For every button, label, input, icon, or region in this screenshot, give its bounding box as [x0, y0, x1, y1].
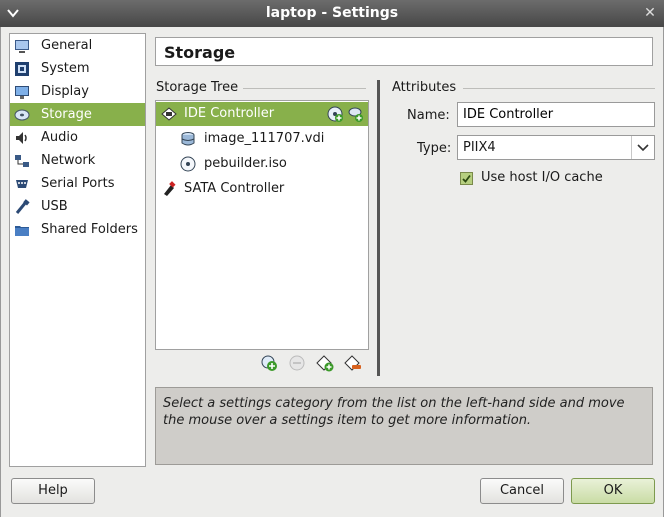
- category-serial-ports[interactable]: Serial Ports: [10, 172, 145, 195]
- tree-item-label: SATA Controller: [184, 181, 285, 196]
- category-usb[interactable]: USB: [10, 195, 145, 218]
- ide-controller-icon: [161, 107, 177, 121]
- sata-controller-icon: [164, 181, 176, 196]
- window-title: laptop - Settings: [265, 5, 399, 21]
- title-bar: laptop - Settings ✕: [0, 0, 664, 27]
- use-host-io-cache-checkbox[interactable]: [460, 172, 473, 185]
- add-controller-icon[interactable]: [316, 354, 334, 372]
- storage-disk-icon: [14, 109, 30, 121]
- category-list[interactable]: General System Display Storage Audio Net…: [9, 33, 146, 467]
- category-display[interactable]: Display: [10, 80, 145, 103]
- tree-item-sata-controller[interactable]: SATA Controller: [156, 177, 368, 201]
- add-cd-attachment-icon[interactable]: [327, 106, 343, 122]
- divider: [463, 88, 655, 89]
- add-attachment-icon[interactable]: [260, 354, 278, 372]
- category-label: Storage: [41, 107, 92, 122]
- hard-disk-icon: [181, 132, 195, 146]
- vertical-splitter[interactable]: [377, 80, 380, 376]
- tree-item-label: image_111707.vdi: [204, 131, 325, 146]
- category-storage[interactable]: Storage: [10, 103, 145, 126]
- chip-icon: [15, 62, 29, 76]
- tree-item-label: pebuilder.iso: [204, 156, 287, 171]
- storage-tree[interactable]: IDE Controller image_111707.vdi pebuilde…: [155, 100, 369, 350]
- remove-controller-icon[interactable]: [344, 354, 362, 372]
- cd-icon: [180, 156, 196, 172]
- category-label: System: [41, 61, 90, 76]
- category-label: Display: [41, 84, 89, 99]
- display-icon: [15, 86, 29, 99]
- tree-item-label: IDE Controller: [184, 106, 275, 121]
- divider: [243, 88, 366, 89]
- remove-attachment-icon[interactable]: [288, 354, 306, 372]
- page-title: Storage: [155, 37, 653, 66]
- usb-icon: [15, 199, 30, 214]
- storage-tree-label: Storage Tree: [156, 80, 239, 95]
- network-icon: [15, 155, 29, 167]
- type-label: Type:: [417, 141, 452, 156]
- category-network[interactable]: Network: [10, 149, 145, 172]
- category-system[interactable]: System: [10, 57, 145, 80]
- category-label: USB: [41, 199, 68, 214]
- category-label: Shared Folders: [41, 222, 138, 237]
- speaker-icon: [16, 132, 27, 144]
- tree-item-pebuilder-iso[interactable]: pebuilder.iso: [156, 152, 368, 176]
- chevron-down-icon[interactable]: [631, 136, 654, 159]
- tree-item-image-vdi[interactable]: image_111707.vdi: [156, 127, 368, 151]
- attributes-label: Attributes: [392, 80, 457, 95]
- close-icon[interactable]: ✕: [642, 5, 658, 21]
- help-button[interactable]: Help: [11, 478, 95, 504]
- cancel-button[interactable]: Cancel: [480, 478, 564, 504]
- category-general[interactable]: General: [10, 34, 145, 57]
- info-panel: Select a settings category from the list…: [155, 387, 653, 465]
- category-label: General: [41, 38, 93, 53]
- category-audio[interactable]: Audio: [10, 126, 145, 149]
- folder-icon: [15, 226, 29, 236]
- type-select-value: PIIX4: [463, 140, 496, 155]
- serial-port-icon: [16, 180, 28, 188]
- name-input[interactable]: [457, 102, 655, 127]
- monitor-general-icon: [15, 40, 29, 53]
- name-label: Name:: [407, 108, 450, 123]
- add-hard-disk-attachment-icon[interactable]: [347, 106, 363, 122]
- category-shared-folders[interactable]: Shared Folders: [10, 218, 145, 241]
- ok-button[interactable]: OK: [571, 478, 655, 504]
- settings-window: General System Display Storage Audio Net…: [0, 27, 664, 517]
- type-select[interactable]: PIIX4: [457, 135, 655, 160]
- category-label: Network: [41, 153, 96, 168]
- checkmark-icon: [462, 174, 471, 183]
- category-label: Serial Ports: [41, 176, 115, 191]
- tree-item-ide-controller[interactable]: IDE Controller: [156, 102, 368, 126]
- category-label: Audio: [41, 130, 78, 145]
- use-host-io-cache-label: Use host I/O cache: [481, 170, 603, 185]
